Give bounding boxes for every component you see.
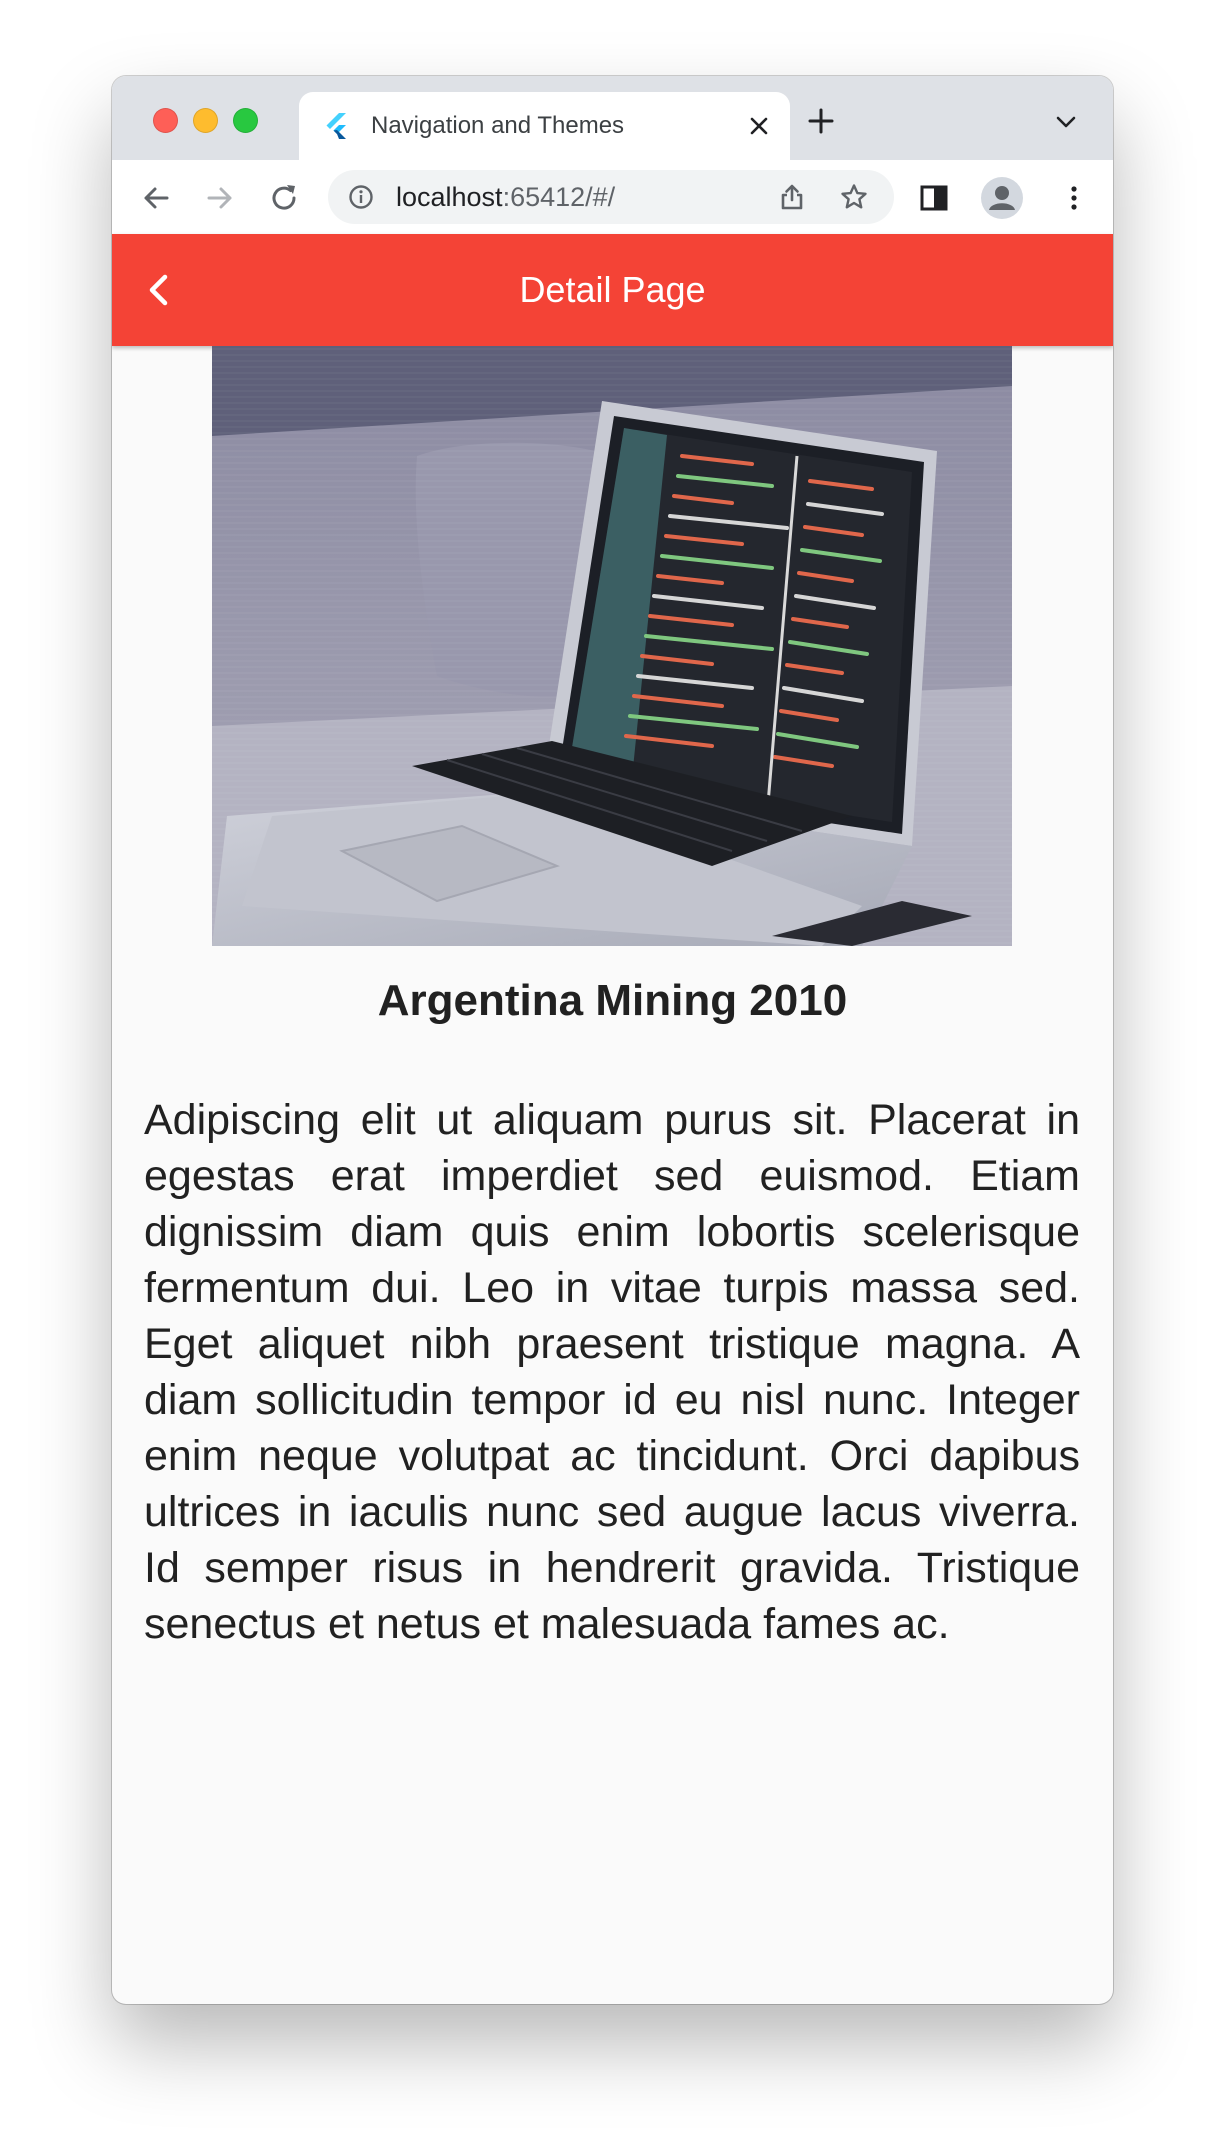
person-icon [989, 186, 1015, 210]
share-icon[interactable] [778, 183, 806, 211]
kebab-menu-icon[interactable] [1058, 182, 1090, 214]
browser-toolbar: localhost:65412/#/ [112, 160, 1113, 235]
page-title: Detail Page [519, 269, 706, 310]
url-path: :65412/#/ [502, 182, 616, 212]
reload-icon[interactable] [268, 182, 300, 214]
hero-image [212, 346, 1012, 946]
chevron-down-icon[interactable] [1054, 112, 1078, 132]
info-icon[interactable] [348, 184, 374, 210]
laptop-photo [212, 346, 1012, 946]
tab-strip: Navigation and Themes [112, 76, 1113, 160]
star-icon[interactable] [840, 183, 868, 211]
plus-icon[interactable] [806, 106, 836, 136]
flutter-icon [326, 113, 346, 139]
browser-window: Navigation and Themes localhost:65412/#/… [112, 76, 1113, 2004]
app-bar: Detail Page [112, 234, 1113, 346]
arrow-left-icon[interactable] [140, 182, 172, 214]
close-window-button[interactable] [153, 108, 178, 133]
address-bar[interactable]: localhost:65412/#/ [328, 170, 894, 224]
browser-tab[interactable]: Navigation and Themes [299, 92, 790, 160]
zoom-window-button[interactable] [233, 108, 258, 133]
detail-body: Adipiscing elit ut aliquam purus sit. Pl… [144, 1096, 1080, 1648]
url-host: localhost [396, 182, 503, 212]
tab-title: Navigation and Themes [371, 112, 625, 139]
profile-icon[interactable] [981, 177, 1023, 219]
side-panel-icon[interactable] [918, 182, 950, 214]
close-icon[interactable] [746, 113, 772, 139]
minimize-window-button[interactable] [193, 108, 218, 133]
arrow-right-icon[interactable] [204, 182, 236, 214]
detail-headline: Argentina Mining 2010 [377, 976, 848, 1025]
url-text[interactable]: localhost:65412/#/ [396, 170, 615, 224]
